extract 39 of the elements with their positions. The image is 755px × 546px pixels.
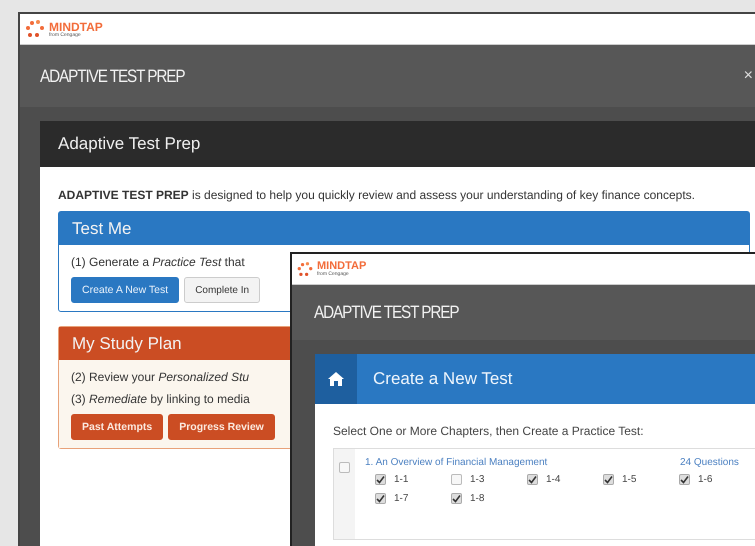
card-title: My Study Plan — [72, 334, 182, 354]
card-text: (3) Remediate by linking to media — [71, 392, 250, 406]
checkbox[interactable] — [375, 474, 386, 485]
intro-text: ADAPTIVE TEST PREP is designed to help you quickly review and assess your understanding of key finance concepts. — [58, 187, 696, 204]
checkbox[interactable] — [339, 462, 350, 473]
checkbox[interactable] — [527, 474, 538, 485]
window-title: ADAPTIVE TEST PREP — [40, 66, 184, 86]
logo-icon — [24, 20, 46, 38]
action-button[interactable]: Create A New Test — [71, 277, 180, 304]
section-label[interactable]: 1-5 — [622, 474, 636, 485]
section-label[interactable]: 1-4 — [546, 474, 560, 485]
question-count: 24 Questions — [680, 457, 739, 468]
section-label[interactable]: 1-1 — [394, 474, 408, 485]
checkbox[interactable] — [451, 474, 462, 485]
checkbox[interactable] — [451, 493, 462, 504]
action-button[interactable]: Past Attempts — [71, 414, 164, 440]
brand-name: MINDTAP — [317, 261, 366, 272]
section-label[interactable]: 1-7 — [394, 493, 408, 504]
brand-name: MINDTAP — [49, 20, 103, 32]
chapter-link[interactable]: 1. An Overview of Financial Management — [365, 457, 680, 468]
section-label[interactable]: 1-3 — [470, 474, 484, 485]
checkbox[interactable] — [603, 474, 614, 485]
window-title: ADAPTIVE TEST PREP — [314, 302, 458, 323]
section-label[interactable]: 1-6 — [698, 474, 712, 485]
card-title: Test Me — [72, 218, 132, 239]
card-text: (2) Review your Personalized Stu — [71, 370, 250, 384]
home-icon — [327, 371, 345, 387]
checkbox[interactable] — [679, 474, 690, 485]
section-label[interactable]: 1-8 — [470, 493, 484, 504]
action-button[interactable]: Complete In — [184, 277, 260, 304]
logo-icon — [296, 262, 314, 276]
section-title: Create a New Test — [373, 369, 513, 389]
home-button[interactable] — [315, 354, 357, 404]
panel-title: Adaptive Test Prep — [58, 134, 200, 154]
instruction-text: Select One or More Chapters, then Create a Practice Test: — [333, 424, 645, 438]
card-text: (1) Generate a Practice Test that — [71, 255, 245, 270]
close-button[interactable]: × — [742, 67, 755, 85]
action-button[interactable]: Progress Review — [168, 414, 275, 440]
checkbox[interactable] — [375, 493, 386, 504]
